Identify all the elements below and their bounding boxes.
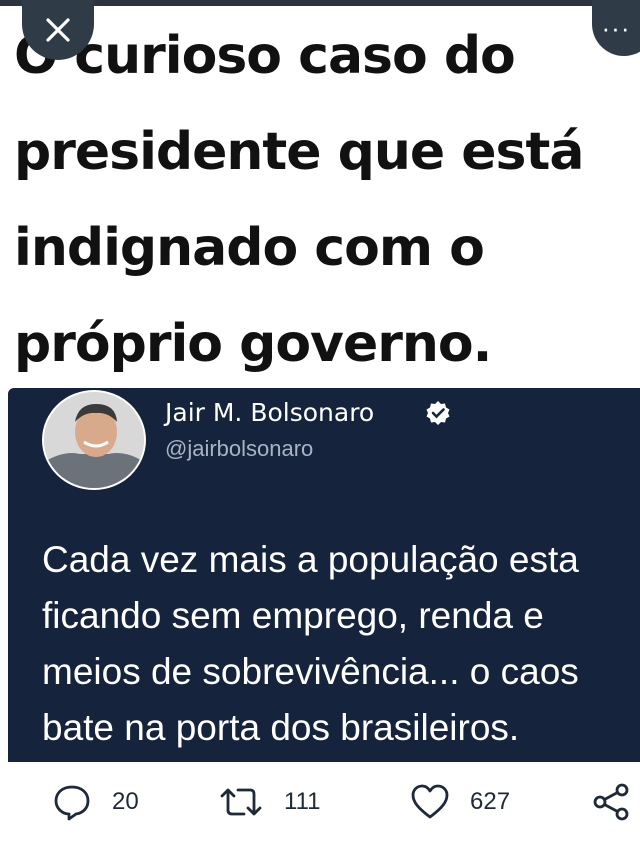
retweet-count: 111 <box>284 788 321 815</box>
headline-line: presidente que está <box>14 122 584 182</box>
tweet-line: ficando sem emprego, renda e <box>42 595 544 636</box>
tweet-line: Cada vez mais a população esta <box>42 539 579 580</box>
like-button[interactable]: 627 <box>410 782 510 822</box>
headline-line: indignado com o <box>14 218 485 278</box>
top-strip <box>0 0 640 6</box>
tweet-line: meios de sobrevivência... o caos <box>42 651 579 692</box>
verified-badge-icon <box>426 401 450 425</box>
retweet-button[interactable]: 111 <box>218 782 320 822</box>
author-name[interactable]: Jair M. Bolsonaro <box>165 398 374 427</box>
headline-line: próprio governo. <box>14 314 492 374</box>
headline: O curioso caso do presidente que está in… <box>14 8 640 392</box>
retweet-icon <box>220 788 262 816</box>
author-handle[interactable]: @jairbolsonaro <box>165 436 313 462</box>
heart-icon <box>411 784 449 819</box>
action-bar: 20 111 627 <box>0 762 640 852</box>
profile-photo <box>44 392 144 488</box>
like-count: 627 <box>470 788 511 815</box>
tweet-text: Cada vez mais a população esta ficando s… <box>42 532 640 764</box>
share-icon <box>593 783 629 821</box>
close-icon <box>46 18 70 42</box>
share-button[interactable] <box>592 782 632 822</box>
more-icon: ··· <box>601 12 631 43</box>
reply-count: 20 <box>112 788 139 815</box>
tweet-line: bate na porta dos brasileiros. <box>42 707 520 748</box>
reply-button[interactable]: 20 <box>52 782 139 822</box>
reply-icon <box>54 785 90 821</box>
avatar[interactable] <box>42 390 146 490</box>
headline-line: O curioso caso do <box>14 26 516 86</box>
